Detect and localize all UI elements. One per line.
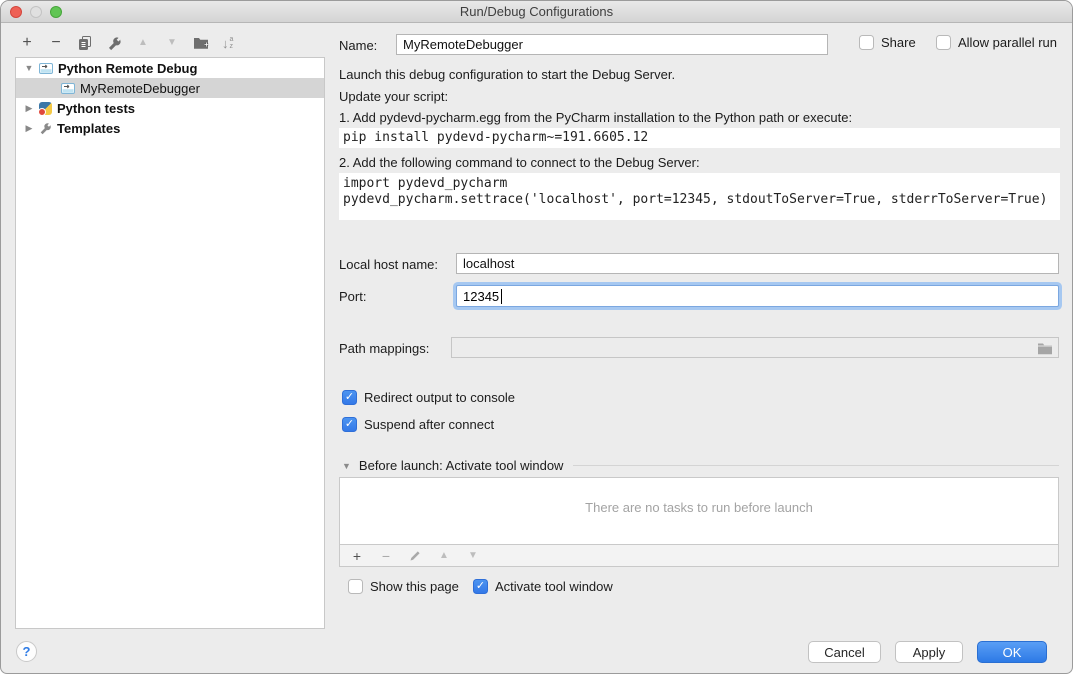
allow-parallel-run-checkbox-row: Allow parallel run (936, 35, 1057, 50)
intro-text: Launch this debug configuration to start… (339, 67, 675, 82)
path-mappings-field[interactable] (451, 337, 1059, 358)
remove-configuration-icon[interactable]: − (48, 35, 64, 51)
share-checkbox-row: Share (859, 35, 916, 50)
code-import-line: import pydevd_pycharm (343, 176, 1056, 192)
text-caret (501, 289, 502, 304)
configuration-editor: Name: Share Allow parallel run Launch th… (339, 1, 1059, 674)
show-this-page-checkbox[interactable] (348, 579, 363, 594)
dialog-buttons: Cancel Apply OK (808, 641, 1047, 663)
task-list-toolbar: + − ▲ ▼ (339, 544, 1059, 567)
apply-button[interactable]: Apply (895, 641, 963, 663)
path-mappings-label: Path mappings: (339, 341, 429, 356)
move-down-icon[interactable]: ▼ (164, 35, 180, 51)
empty-task-list-message: There are no tasks to run before launch (340, 478, 1058, 515)
templates-wrench-icon (39, 122, 52, 135)
sort-configurations-icon[interactable]: ↓ az (222, 36, 233, 50)
activate-tool-window-label: Activate tool window (495, 579, 613, 594)
run-debug-configurations-dialog: Run/Debug Configurations + − ▲ ▼ (0, 0, 1073, 674)
add-task-icon[interactable]: + (349, 548, 365, 564)
port-label: Port: (339, 289, 366, 304)
name-input[interactable] (396, 34, 828, 55)
python-tests-icon (39, 102, 52, 115)
local-host-input[interactable] (456, 253, 1059, 274)
collapse-icon[interactable]: ▼ (24, 63, 34, 73)
activate-tool-window-checkbox[interactable]: ✓ (473, 579, 488, 594)
browse-folder-icon[interactable] (1037, 342, 1053, 355)
pip-install-code[interactable]: pip install pydevd-pycharm~=191.6605.12 (339, 128, 1060, 148)
remote-debug-config-icon (39, 63, 53, 74)
update-script-text: Update your script: (339, 89, 448, 104)
step1-text: 1. Add pydevd-pycharm.egg from the PyCha… (339, 110, 852, 125)
code-settrace-line: pydevd_pycharm.settrace('localhost', por… (343, 192, 1056, 208)
share-checkbox[interactable] (859, 35, 874, 50)
expand-icon[interactable]: ▶ (24, 103, 34, 114)
tree-item-python-remote-debug[interactable]: ▼ Python Remote Debug (16, 58, 324, 78)
remove-task-icon[interactable]: − (378, 548, 394, 564)
redirect-output-checkbox[interactable]: ✓ (342, 390, 357, 405)
configurations-tree: ▼ Python Remote Debug MyRemoteDebugger (15, 57, 325, 629)
suspend-after-connect-label: Suspend after connect (364, 417, 494, 432)
tree-item-label: MyRemoteDebugger (80, 81, 200, 96)
show-this-page-label: Show this page (370, 579, 459, 594)
share-label: Share (881, 35, 916, 50)
before-launch-label: Before launch: Activate tool window (359, 458, 564, 473)
remote-debug-config-icon (61, 83, 75, 94)
port-input[interactable] (457, 286, 1058, 306)
step2-text: 2. Add the following command to connect … (339, 155, 700, 170)
tree-item-templates[interactable]: ▶ Templates (16, 118, 324, 138)
help-button[interactable]: ? (16, 641, 37, 662)
tree-item-label: Python Remote Debug (58, 61, 197, 76)
configurations-toolbar: + − ▲ ▼ ↓ az (19, 32, 233, 54)
move-task-up-icon[interactable]: ▲ (436, 548, 452, 564)
move-task-down-icon[interactable]: ▼ (465, 548, 481, 564)
move-up-icon[interactable]: ▲ (135, 35, 151, 51)
tree-item-label: Templates (57, 121, 120, 136)
tree-item-python-tests[interactable]: ▶ Python tests (16, 98, 324, 118)
tree-item-label: Python tests (57, 101, 135, 116)
edit-defaults-wrench-icon[interactable] (106, 35, 122, 51)
redirect-output-row: ✓ Redirect output to console (342, 390, 515, 405)
edit-task-pencil-icon[interactable] (407, 548, 423, 564)
section-rule (573, 465, 1059, 466)
new-folder-icon[interactable] (193, 35, 209, 51)
add-configuration-icon[interactable]: + (19, 35, 35, 51)
expand-icon[interactable]: ▶ (24, 123, 34, 134)
port-input-focused (456, 285, 1059, 307)
suspend-after-connect-row: ✓ Suspend after connect (342, 417, 494, 432)
collapse-icon[interactable]: ▼ (342, 461, 351, 471)
activate-tool-window-row: ✓ Activate tool window (473, 579, 613, 594)
tree-item-myremotedebugger[interactable]: MyRemoteDebugger (16, 78, 324, 98)
allow-parallel-run-label: Allow parallel run (958, 35, 1057, 50)
settrace-code-block[interactable]: import pydevd_pycharm pydevd_pycharm.set… (339, 173, 1060, 220)
before-launch-section-header[interactable]: ▼ Before launch: Activate tool window (342, 458, 1059, 473)
before-launch-task-list[interactable]: There are no tasks to run before launch (339, 477, 1059, 545)
allow-parallel-run-checkbox[interactable] (936, 35, 951, 50)
local-host-label: Local host name: (339, 257, 438, 272)
copy-configuration-icon[interactable] (77, 35, 93, 51)
redirect-output-label: Redirect output to console (364, 390, 515, 405)
ok-button[interactable]: OK (977, 641, 1047, 663)
suspend-after-connect-checkbox[interactable]: ✓ (342, 417, 357, 432)
name-label: Name: (339, 38, 377, 53)
show-this-page-row: Show this page (348, 579, 459, 594)
cancel-button[interactable]: Cancel (808, 641, 881, 663)
